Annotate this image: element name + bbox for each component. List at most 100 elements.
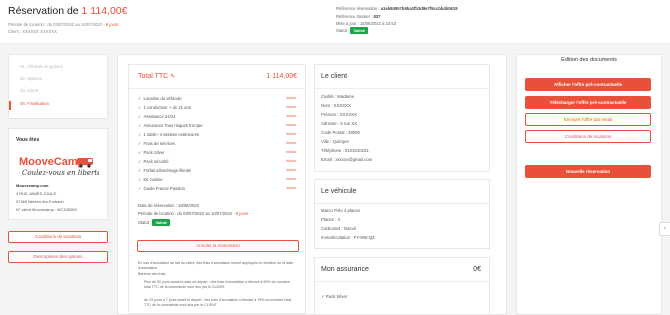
header-period: Période de location : du 03/07/2022 au 1… bbox=[8, 22, 119, 27]
included-item: ✓ Assistance 24/24 bbox=[138, 114, 176, 119]
header-status: Statut : Validé bbox=[336, 27, 368, 34]
vehicle-panel: Le véhicule Marco Polo 4 places Places :… bbox=[314, 179, 490, 249]
dossier-reference: Référence dossier : 837 bbox=[336, 14, 381, 19]
included-item: ✓ Frais de services bbox=[138, 141, 176, 146]
check-icon: ✓ bbox=[138, 123, 142, 128]
new-reservation-button[interactable]: Nouvelle réservation bbox=[525, 165, 651, 178]
cancellation-rule: Plus de 30 jours avant la date de départ… bbox=[144, 280, 290, 290]
side-tab[interactable]: ‹ bbox=[659, 222, 670, 236]
reservation-date: Date de réservation : 18/06/2022 bbox=[138, 203, 199, 208]
check-icon: ✓ bbox=[138, 186, 142, 191]
insurance-panel: Mon assurance 0€ ✓ Pack Silver bbox=[314, 257, 490, 315]
vehicle-field: Places : 4 bbox=[321, 217, 340, 222]
check-icon: ✓ bbox=[138, 159, 142, 164]
client-field: Email : xxxxxx@gmail.com bbox=[321, 157, 373, 162]
client-field: Civilité : Madame bbox=[321, 94, 354, 99]
page-title: Réservation de 1 114,00€ bbox=[8, 5, 128, 17]
included-label: Inclus bbox=[286, 168, 296, 172]
client-field: Prénom : XXXXXX bbox=[321, 112, 357, 117]
download-offer-button[interactable]: Télécharger l'offre pré-contractuelle bbox=[525, 96, 651, 109]
divider bbox=[315, 203, 489, 204]
included-item: ✓ Pack sécurité bbox=[138, 159, 169, 164]
insurance-title: Mon assurance bbox=[321, 266, 369, 273]
reservation-status: Statut : Validé bbox=[138, 219, 170, 226]
agency-panel: Vous êtes MooveCamp Coulez-vous en liber… bbox=[8, 128, 108, 220]
divider bbox=[315, 281, 489, 282]
included-label: Inclus bbox=[286, 132, 296, 136]
client-field: Ville : Quimper bbox=[321, 139, 350, 144]
divider bbox=[315, 88, 489, 89]
step-options[interactable]: 02. Options bbox=[20, 76, 42, 81]
cancellation-rule: de 29 jours à 7 jours avant le départ : … bbox=[144, 298, 292, 308]
status-badge: Validé bbox=[350, 27, 368, 34]
total-title: Total TTC ✎ bbox=[138, 73, 176, 80]
vehicle-field: Carburant : Gazoil bbox=[321, 226, 356, 231]
included-label: Inclus bbox=[286, 114, 296, 118]
header-client: Client : XXXXXX XXXXXX bbox=[8, 29, 57, 34]
included-item: ✓ 1 conducteur + de 21 ans bbox=[138, 105, 191, 110]
included-item: ✓ Location du véhicule bbox=[138, 96, 182, 101]
options-description-button[interactable]: Descriptions des options bbox=[8, 251, 108, 263]
included-label: Inclus bbox=[286, 123, 296, 127]
step-finalisation[interactable]: 04. Finalisation bbox=[20, 101, 49, 106]
page-header: Réservation de 1 114,00€ Période de loca… bbox=[0, 0, 670, 44]
conditions-button[interactable]: Conditions de locations bbox=[8, 231, 108, 243]
title-amount: 1 114,00€ bbox=[81, 5, 128, 17]
cancel-reservation-button[interactable]: Annuler la réservation bbox=[137, 240, 299, 252]
included-label: Inclus bbox=[286, 177, 296, 181]
vehicle-model: Marco Polo 4 places bbox=[321, 208, 360, 213]
agency-client-number: N° client Moovecamp : MC100000 bbox=[16, 207, 77, 212]
step-client[interactable]: 03. Client bbox=[20, 88, 38, 93]
client-field: Adresse : 5 rue XX bbox=[321, 121, 358, 126]
agency-address-2: 57460 Behren-lès-Forbach bbox=[16, 199, 64, 204]
included-label: Inclus bbox=[286, 141, 296, 145]
vehicle-title: Le véhicule bbox=[321, 188, 357, 195]
vehicle-field: Immatriculation : FY-906-QZ bbox=[321, 235, 375, 240]
check-icon: ✓ bbox=[138, 150, 142, 155]
client-field: Téléphone : 0101010101 bbox=[321, 148, 369, 153]
steps-panel: 01. Véhicule & options 02. Options 03. C… bbox=[8, 54, 108, 119]
included-item: ✓ Forfait kilométrage illimité bbox=[138, 168, 191, 173]
check-icon: ✓ bbox=[138, 132, 142, 137]
total-amount: 1 114,00€ bbox=[266, 73, 297, 80]
included-label: Inclus bbox=[286, 150, 296, 154]
documents-title: Edition des documents bbox=[561, 57, 617, 63]
check-icon: ✓ bbox=[138, 168, 142, 173]
client-panel: Le client Civilité : Madame Nom : XXXXXX… bbox=[314, 64, 490, 172]
show-offer-button[interactable]: Afficher l'offre pré-contractuelle bbox=[525, 78, 651, 91]
included-label: Inclus bbox=[286, 159, 296, 163]
agency-address-1: 4 RUE JAMES JOULE bbox=[16, 191, 57, 196]
client-field: Code Postal : 29000 bbox=[321, 130, 360, 135]
rental-period: Période de location : du 03/07/2022 au 1… bbox=[138, 211, 249, 216]
total-panel: Total TTC ✎ 1 114,00€ ✓ Location du véhic… bbox=[128, 64, 306, 314]
included-item: ✓ Pack Silver bbox=[138, 150, 165, 155]
insurance-item: ✓ Pack Silver bbox=[321, 294, 348, 299]
cancellation-scale-label: Barème des frais : bbox=[138, 272, 168, 276]
logo-tagline: Coulez-vous en liberté ! bbox=[22, 169, 99, 177]
included-item: ✓ Guide France Passion bbox=[138, 186, 185, 191]
agency-name: Moovecamp.com bbox=[16, 183, 49, 188]
conditions-button[interactable]: Conditions de locations bbox=[525, 130, 651, 143]
status-badge: Validé bbox=[152, 219, 170, 226]
step-vehicle[interactable]: 01. Véhicule & options bbox=[20, 64, 63, 69]
chevron-left-icon: ‹ bbox=[664, 226, 666, 232]
active-step-indicator bbox=[9, 101, 11, 110]
check-icon: ✓ bbox=[138, 105, 142, 110]
send-offer-email-button[interactable]: Envoyer l'offre par email bbox=[525, 113, 651, 126]
included-item: ✓ 1 table+ 4 assises extérieures bbox=[138, 132, 200, 137]
included-item: ✓ Kit cuisine bbox=[138, 177, 163, 182]
cancellation-text: En cas d'annulation du fait du client, d… bbox=[138, 261, 294, 271]
reservation-reference: Référence réservation : a1eb84957b5ba2fb… bbox=[336, 6, 458, 11]
moovecamp-logo: MooveCamp Coulez-vous en liberté ! bbox=[19, 154, 107, 179]
check-icon: ✓ bbox=[138, 114, 142, 119]
documents-panel: Edition des documents bbox=[516, 54, 662, 315]
included-label: Inclus bbox=[286, 105, 296, 109]
client-field: Nom : XXXXXX bbox=[321, 103, 351, 108]
client-title: Le client bbox=[321, 73, 348, 80]
check-icon: ✓ bbox=[138, 177, 142, 182]
logo-text: MooveCamp bbox=[19, 156, 85, 168]
insurance-amount: 0€ bbox=[473, 266, 481, 273]
included-label: Inclus bbox=[286, 186, 296, 190]
edit-icon[interactable]: ✎ bbox=[170, 74, 175, 80]
agency-title: Vous êtes bbox=[16, 137, 40, 143]
